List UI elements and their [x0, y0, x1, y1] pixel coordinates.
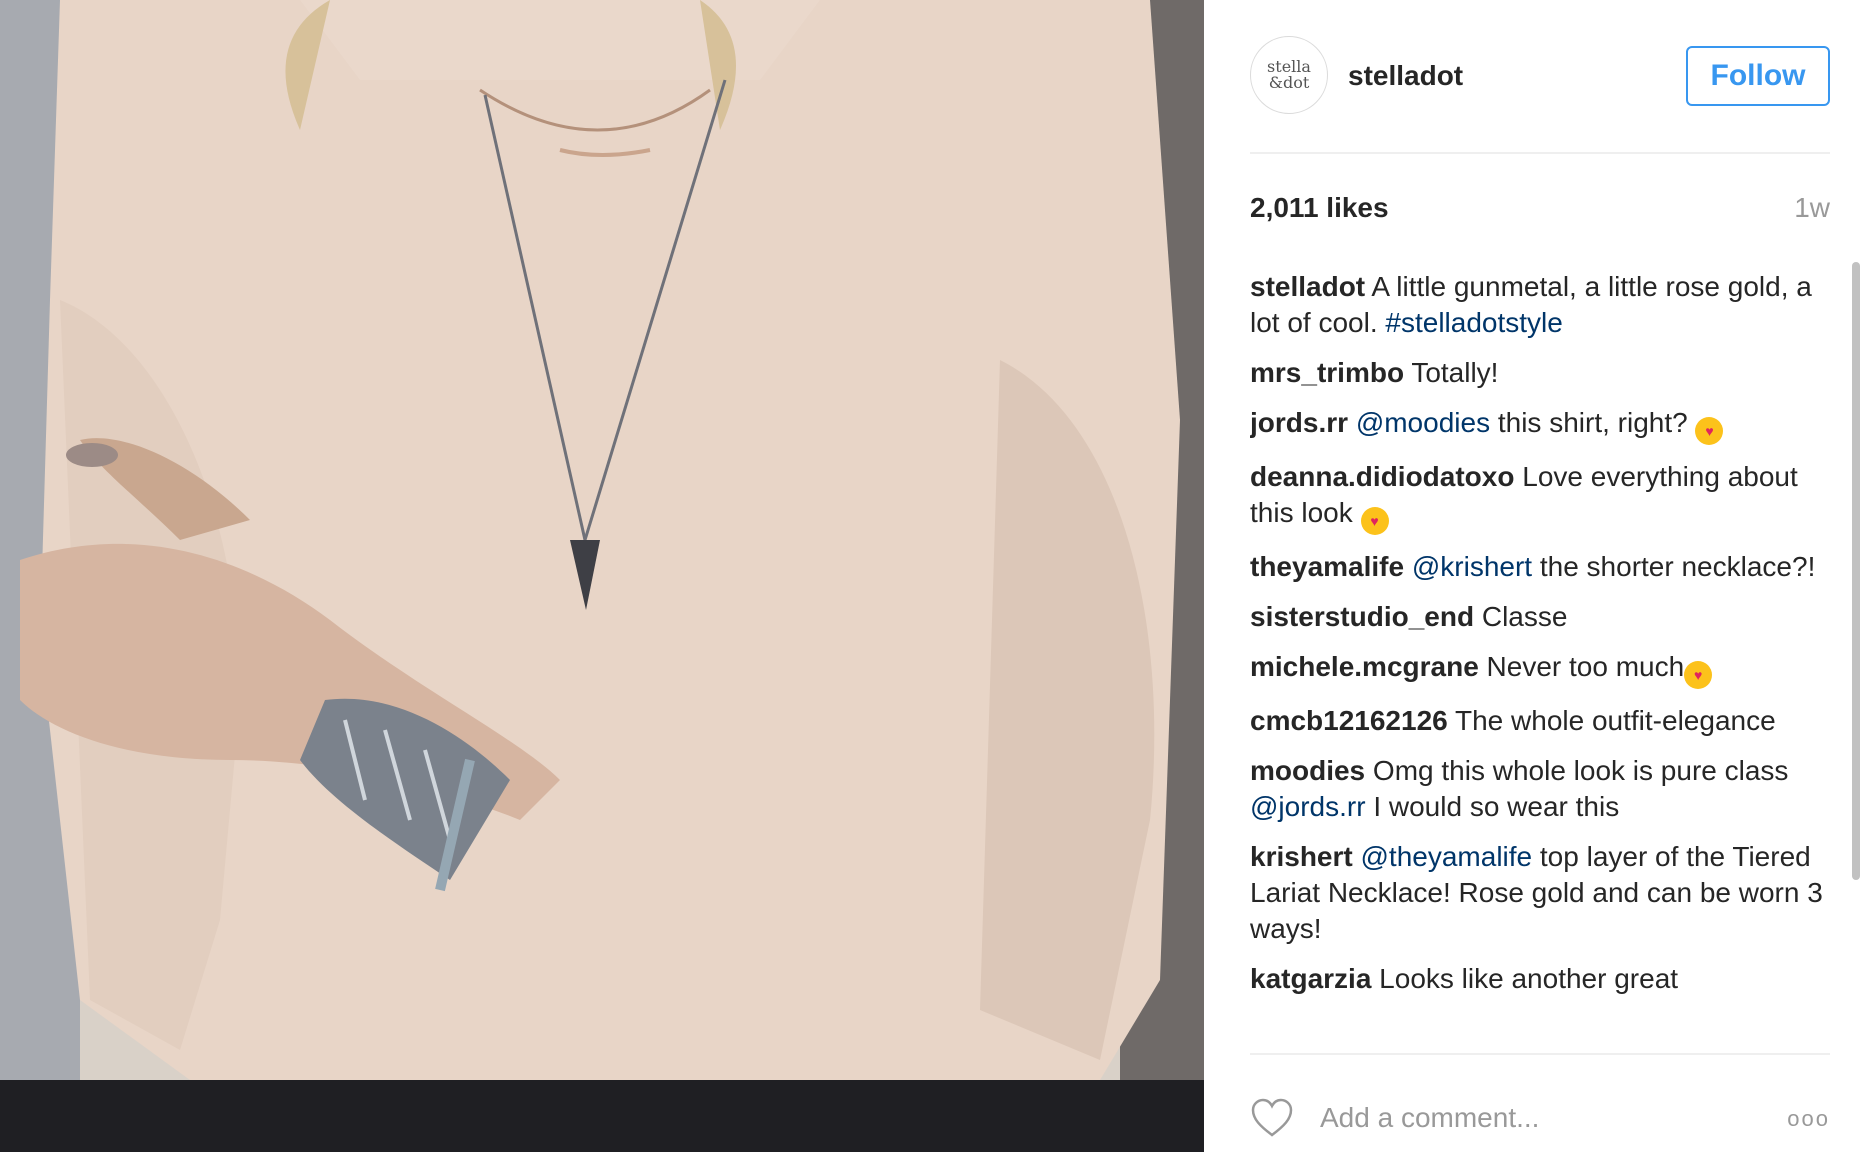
- author-username-link[interactable]: stelladot: [1348, 60, 1463, 92]
- heart-eyes-emoji-icon: ♥: [1360, 507, 1389, 535]
- comment-author-link[interactable]: moodies: [1250, 755, 1365, 786]
- comment-text: The whole outfit-elegance: [1447, 705, 1776, 736]
- heart-outline-icon[interactable]: [1250, 1098, 1294, 1138]
- avatar-text-line2: &dot: [1268, 73, 1310, 92]
- heart-eyes-emoji-icon: ♥: [1695, 417, 1724, 445]
- comment-item: stelladot A little gunmetal, a little ro…: [1250, 269, 1830, 341]
- comment-item: katgarzia Looks like another great: [1250, 961, 1830, 997]
- comment-item: krishert @theyamalife top layer of the T…: [1250, 839, 1830, 947]
- hashtag-link[interactable]: #stelladotstyle: [1385, 307, 1562, 338]
- comment-item: cmcb12162126 The whole outfit-elegance: [1250, 703, 1830, 739]
- comment-author-link[interactable]: michele.mcgrane: [1250, 651, 1479, 682]
- comments-list: stelladot A little gunmetal, a little ro…: [1250, 269, 1830, 1055]
- more-options-icon[interactable]: ooo: [1787, 1106, 1830, 1132]
- post-header: stella &dot stelladot Follow: [1250, 34, 1830, 154]
- comment-item: theyamalife @krishert the shorter neckla…: [1250, 549, 1830, 585]
- mention-link[interactable]: @moodies: [1356, 407, 1490, 438]
- comment-item: mrs_trimbo Totally!: [1250, 355, 1830, 391]
- comment-bar: ooo: [1250, 1090, 1830, 1146]
- comment-item: jords.rr @moodies this shirt, right? ♥: [1250, 405, 1830, 445]
- comment-text: Classe: [1474, 601, 1568, 632]
- comment-text: Totally!: [1404, 357, 1499, 388]
- post-age[interactable]: 1w: [1794, 192, 1830, 224]
- comments-scrollbar[interactable]: [1852, 262, 1860, 880]
- comment-text: the shorter necklace?!: [1532, 551, 1816, 582]
- comment-text: Omg this whole look is pure class: [1365, 755, 1789, 786]
- comment-author-link[interactable]: sisterstudio_end: [1250, 601, 1474, 632]
- comment-author-link[interactable]: cmcb12162126: [1250, 705, 1448, 736]
- likes-row: 2,011 likes 1w: [1250, 192, 1830, 232]
- comment-input[interactable]: [1318, 1101, 1742, 1135]
- comment-author-link[interactable]: jords.rr: [1250, 407, 1348, 438]
- mention-link[interactable]: @jords.rr: [1250, 791, 1366, 822]
- post-image[interactable]: [0, 0, 1204, 1152]
- post-detail-panel: stella &dot stelladot Follow 2,011 likes…: [1204, 0, 1860, 1152]
- follow-button[interactable]: Follow: [1686, 46, 1830, 106]
- comment-author-link[interactable]: mrs_trimbo: [1250, 357, 1404, 388]
- post-photo-illustration: [0, 0, 1204, 1152]
- comment-author-link[interactable]: krishert: [1250, 841, 1353, 872]
- comment-author-link[interactable]: stelladot: [1250, 271, 1365, 302]
- comment-item: sisterstudio_end Classe: [1250, 599, 1830, 635]
- mention-link[interactable]: @theyamalife: [1361, 841, 1533, 872]
- comment-text: this shirt, right?: [1490, 407, 1696, 438]
- comment-text: Looks like another great: [1371, 963, 1679, 994]
- comment-author-link[interactable]: deanna.didiodatoxo: [1250, 461, 1514, 492]
- comment-item: deanna.didiodatoxo Love everything about…: [1250, 459, 1830, 535]
- comment-text: I would so wear this: [1365, 791, 1620, 822]
- comment-text: Never too much: [1478, 651, 1685, 682]
- comment-item: moodies Omg this whole look is pure clas…: [1250, 753, 1830, 825]
- comment-item: michele.mcgrane Never too much ♥: [1250, 649, 1830, 689]
- comment-author-link[interactable]: theyamalife: [1250, 551, 1404, 582]
- avatar[interactable]: stella &dot: [1250, 36, 1328, 114]
- likes-count[interactable]: 2,011 likes: [1250, 192, 1389, 224]
- kissing-heart-emoji-icon: ♥: [1684, 661, 1713, 689]
- comment-author-link[interactable]: katgarzia: [1250, 963, 1371, 994]
- mention-link[interactable]: @krishert: [1412, 551, 1532, 582]
